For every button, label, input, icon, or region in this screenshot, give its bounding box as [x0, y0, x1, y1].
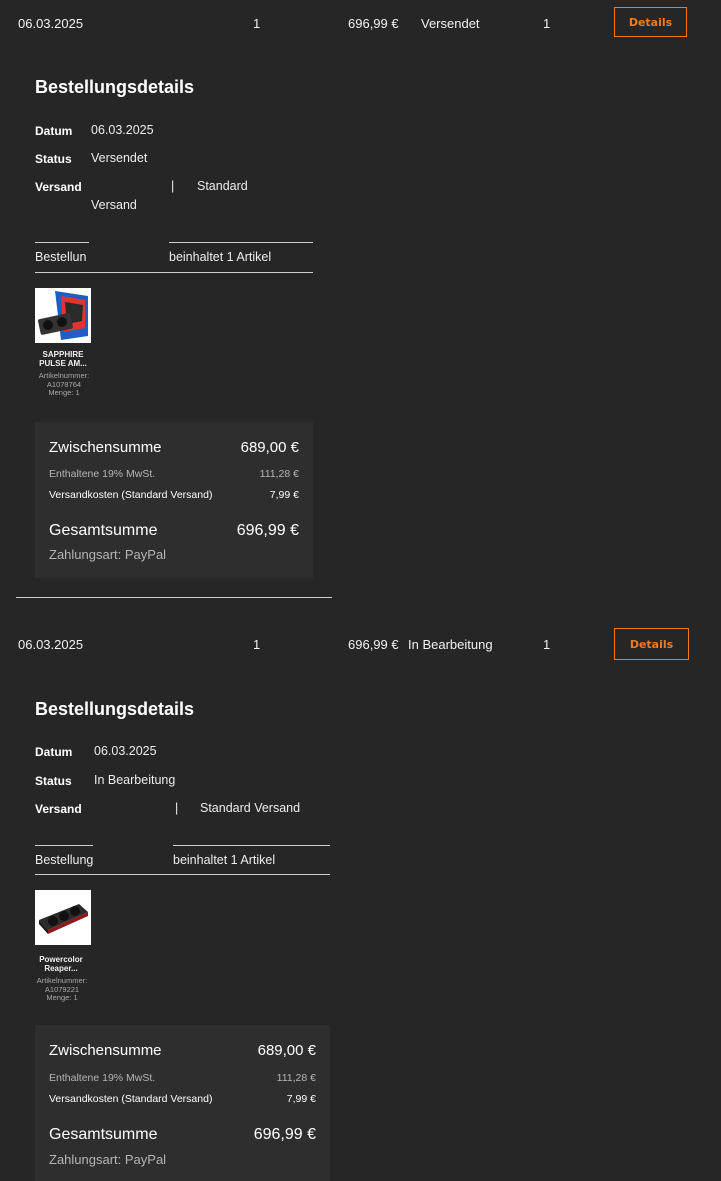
shipping-separator: |: [175, 801, 179, 815]
order-quantity: 1: [543, 16, 551, 31]
shipping-value: Standard: [197, 179, 248, 193]
vat-value: 111,28 €: [276, 1072, 316, 1084]
order-status: Versendet: [421, 16, 480, 31]
product-name: SAPPHIRE PULSE AM...: [39, 350, 87, 368]
items-heading-left: Bestellun: [35, 250, 87, 264]
vat-label: Enthaltene 19% MwSt.: [49, 468, 156, 480]
status-label: Status: [35, 152, 72, 166]
shipping-value: Standard Versand: [200, 801, 301, 815]
subtotal-value: 689,00 €: [240, 439, 299, 456]
shipping-label: Versand: [35, 180, 82, 194]
date-label: Datum: [35, 745, 73, 759]
shipping-separator: |: [171, 179, 175, 193]
product-info: Powercolor Reaper...: [31, 955, 91, 973]
overlay-gap: [94, 849, 173, 871]
details-title: Bestellungsdetails: [35, 77, 195, 97]
payment-method: Zahlungsart: PayPal: [49, 1152, 167, 1167]
items-top-border: [35, 242, 89, 243]
total-label: Gesamtsumme: [49, 522, 158, 539]
order-summary: Zwischensumme 689,00 € Enthaltene 19% Mw…: [35, 422, 313, 578]
shipping-cost-value: 7,99 €: [269, 489, 299, 501]
order-status: In Bearbeitung: [408, 637, 493, 652]
product-info: SAPPHIRE PULSE AM...: [33, 350, 93, 368]
vat-label: Enthaltene 19% MwSt.: [49, 1072, 156, 1084]
order-total: 696,99 €: [348, 16, 399, 31]
order-item-count: 1: [253, 637, 261, 652]
payment-method: Zahlungsart: PayPal: [49, 547, 167, 562]
product-quantity: Menge: 1: [48, 388, 80, 397]
items-heading-right: beinhaltet 1 Artikel: [173, 853, 276, 867]
order-date: 06.03.2025: [18, 637, 84, 652]
items-top-border: [173, 845, 330, 846]
order-divider: [16, 597, 332, 598]
details-title: Bestellungsdetails: [35, 699, 195, 719]
date-value: 06.03.2025: [94, 744, 157, 758]
items-heading-right: beinhaltet 1 Artikel: [169, 250, 272, 264]
product-meta: Artikelnummer: A1079221 Menge: 1: [31, 976, 93, 1003]
date-value: 06.03.2025: [91, 123, 154, 137]
items-bottom-border: [35, 874, 330, 875]
items-bottom-border: [35, 272, 313, 273]
details-button[interactable]: Details: [614, 7, 687, 37]
order-date: 06.03.2025: [18, 16, 84, 31]
status-value: Versendet: [91, 151, 148, 165]
shipping-cost-label: Versandkosten (Standard Versand): [49, 489, 213, 501]
vat-value: 111,28 €: [259, 468, 299, 480]
status-value: In Bearbeitung: [94, 773, 176, 787]
product-name: Powercolor Reaper...: [39, 955, 83, 973]
date-label: Datum: [35, 124, 73, 138]
total-label: Gesamtsumme: [49, 1126, 158, 1143]
total-value: 696,99 €: [253, 1126, 316, 1143]
order-total: 696,99 €: [348, 637, 399, 652]
items-top-border: [35, 845, 93, 846]
overlay-gap: [90, 246, 169, 268]
graphics-card-boxed-image[interactable]: [35, 288, 91, 343]
total-value: 696,99 €: [236, 522, 299, 539]
product-meta: Artikelnummer: A1078764 Menge: 1: [33, 371, 95, 398]
order-item-count: 1: [253, 16, 261, 31]
shipping-value-continued: Versand: [91, 198, 137, 212]
items-top-border: [169, 242, 313, 243]
details-button[interactable]: Details: [614, 628, 689, 660]
status-label: Status: [35, 774, 72, 788]
subtotal-label: Zwischensumme: [49, 1042, 162, 1059]
order-quantity: 1: [543, 637, 551, 652]
shipping-cost-value: 7,99 €: [286, 1093, 316, 1105]
order-summary: Zwischensumme 689,00 € Enthaltene 19% Mw…: [35, 1025, 330, 1181]
product-quantity: Menge: 1: [46, 993, 78, 1002]
graphics-card-image[interactable]: [35, 890, 91, 945]
subtotal-value: 689,00 €: [257, 1042, 316, 1059]
shipping-label: Versand: [35, 802, 82, 816]
items-heading-left: Bestellung: [35, 853, 94, 867]
subtotal-label: Zwischensumme: [49, 439, 162, 456]
shipping-cost-label: Versandkosten (Standard Versand): [49, 1093, 213, 1105]
